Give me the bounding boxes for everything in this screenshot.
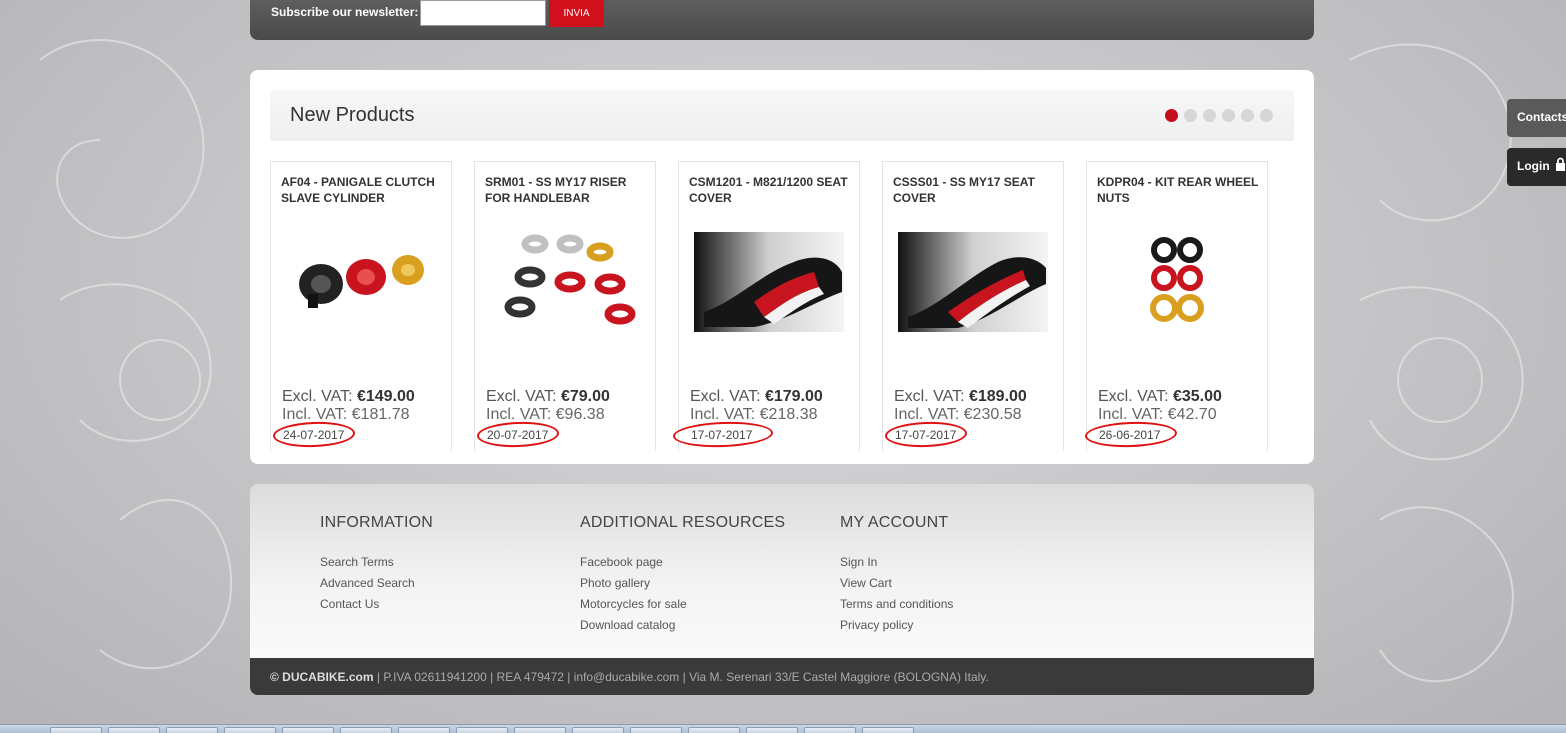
price-incl-vat: Incl. VAT: €230.58 bbox=[894, 406, 1022, 423]
price-incl-vat: Incl. VAT: €96.38 bbox=[486, 406, 605, 423]
product-date: 17-07-2017 bbox=[895, 428, 957, 442]
seat-cover-image[interactable] bbox=[694, 232, 844, 332]
taskbar-button[interactable] bbox=[804, 727, 856, 733]
footer: INFORMATION Search Terms Advanced Search… bbox=[250, 484, 1314, 658]
price-excl-vat: Excl. VAT: €149.00 bbox=[282, 388, 415, 405]
carousel-dot-6[interactable] bbox=[1260, 109, 1273, 122]
price-incl-vat: Incl. VAT: €181.78 bbox=[282, 406, 410, 423]
newsletter-bar: Subscribe our newsletter: INVIA bbox=[250, 0, 1314, 40]
footer-link-facebook[interactable]: Facebook page bbox=[580, 552, 785, 573]
carousel-dot-5[interactable] bbox=[1241, 109, 1254, 122]
newsletter-email-input[interactable] bbox=[420, 0, 546, 26]
product-date: 26-06-2017 bbox=[1099, 428, 1161, 442]
footer-heading: INFORMATION bbox=[320, 514, 434, 531]
footer-column-additional-resources: ADDITIONAL RESOURCES Facebook page Photo… bbox=[580, 514, 785, 636]
product-name[interactable]: AF04 - PANIGALE CLUTCH SLAVE CYLINDER bbox=[281, 174, 446, 206]
contacts-tab-label: Contacts bbox=[1517, 110, 1566, 124]
footer-link-terms[interactable]: Terms and conditions bbox=[840, 594, 953, 615]
price-incl-vat: Incl. VAT: €42.70 bbox=[1098, 406, 1217, 423]
product-card[interactable]: SRM01 - SS MY17 RISER FOR HANDLEBAR Excl… bbox=[474, 161, 656, 451]
carousel-dot-3[interactable] bbox=[1203, 109, 1216, 122]
taskbar-button[interactable] bbox=[456, 727, 508, 733]
footer-link-view-cart[interactable]: View Cart bbox=[840, 573, 953, 594]
carousel-dot-1[interactable] bbox=[1165, 109, 1178, 122]
handlebar-riser-image[interactable] bbox=[490, 232, 640, 332]
new-products-title: New Products bbox=[290, 104, 415, 126]
product-name[interactable]: CSSS01 - SS MY17 SEAT COVER bbox=[893, 174, 1058, 206]
product-card[interactable]: CSSS01 - SS MY17 SEAT COVER Excl. VAT: €… bbox=[882, 161, 1064, 451]
newsletter-submit-button[interactable]: INVIA bbox=[549, 0, 604, 27]
taskbar-button[interactable] bbox=[630, 727, 682, 733]
taskbar-button[interactable] bbox=[514, 727, 566, 733]
footer-heading: ADDITIONAL RESOURCES bbox=[580, 514, 786, 531]
copyright-text: © DUCABIKE.com | P.IVA 02611941200 | REA… bbox=[270, 670, 989, 684]
lock-icon bbox=[1556, 157, 1565, 171]
footer-link-search-terms[interactable]: Search Terms bbox=[320, 552, 433, 573]
new-products-panel: New Products AF04 - PANIGALE CLUTCH SLAV… bbox=[250, 70, 1314, 464]
seat-cover-image[interactable] bbox=[898, 232, 1048, 332]
footer-column-my-account: MY ACCOUNT Sign In View Cart Terms and c… bbox=[840, 514, 953, 636]
clutch-cylinder-image[interactable] bbox=[286, 232, 436, 332]
product-date: 17-07-2017 bbox=[691, 428, 753, 442]
taskbar-button[interactable] bbox=[746, 727, 798, 733]
wheel-nuts-image[interactable] bbox=[1102, 232, 1252, 332]
carousel-dot-4[interactable] bbox=[1222, 109, 1235, 122]
price-excl-vat: Excl. VAT: €179.00 bbox=[690, 388, 823, 405]
price-incl-vat: Incl. VAT: €218.38 bbox=[690, 406, 818, 423]
price-excl-vat: Excl. VAT: €189.00 bbox=[894, 388, 1027, 405]
taskbar-button[interactable] bbox=[398, 727, 450, 733]
footer-link-advanced-search[interactable]: Advanced Search bbox=[320, 573, 433, 594]
taskbar-button[interactable] bbox=[862, 727, 914, 733]
product-card[interactable]: KDPR04 - KIT REAR WHEEL NUTS Excl. VAT: … bbox=[1084, 161, 1268, 451]
carousel-dot-2[interactable] bbox=[1184, 109, 1197, 122]
newsletter-label: Subscribe our newsletter: bbox=[271, 5, 419, 19]
product-date: 24-07-2017 bbox=[283, 428, 345, 442]
product-name[interactable]: SRM01 - SS MY17 RISER FOR HANDLEBAR bbox=[485, 174, 650, 206]
taskbar-button[interactable] bbox=[224, 727, 276, 733]
carousel-pagination bbox=[1165, 109, 1273, 122]
footer-heading: MY ACCOUNT bbox=[840, 514, 949, 531]
price-excl-vat: Excl. VAT: €79.00 bbox=[486, 388, 610, 405]
product-date: 20-07-2017 bbox=[487, 428, 549, 442]
footer-link-sign-in[interactable]: Sign In bbox=[840, 552, 953, 573]
taskbar-button[interactable] bbox=[282, 727, 334, 733]
taskbar-button[interactable] bbox=[572, 727, 624, 733]
taskbar-button[interactable] bbox=[340, 727, 392, 733]
product-name[interactable]: KDPR04 - KIT REAR WHEEL NUTS bbox=[1097, 174, 1262, 206]
taskbar-button[interactable] bbox=[166, 727, 218, 733]
taskbar-button[interactable] bbox=[688, 727, 740, 733]
footer-link-privacy[interactable]: Privacy policy bbox=[840, 615, 953, 636]
product-name[interactable]: CSM1201 - M821/1200 SEAT COVER bbox=[689, 174, 854, 206]
price-excl-vat: Excl. VAT: €35.00 bbox=[1098, 388, 1222, 405]
contacts-tab[interactable]: Contacts bbox=[1507, 99, 1566, 137]
os-taskbar bbox=[0, 724, 1566, 733]
taskbar-button[interactable] bbox=[108, 727, 160, 733]
login-tab-label: Login bbox=[1517, 159, 1550, 173]
product-card[interactable]: AF04 - PANIGALE CLUTCH SLAVE CYLINDER Ex… bbox=[270, 161, 452, 451]
copyright-bar: © DUCABIKE.com | P.IVA 02611941200 | REA… bbox=[250, 658, 1314, 695]
footer-link-contact-us[interactable]: Contact Us bbox=[320, 594, 433, 615]
footer-link-photo-gallery[interactable]: Photo gallery bbox=[580, 573, 785, 594]
new-products-header: New Products bbox=[270, 90, 1294, 141]
footer-link-motorcycles-for-sale[interactable]: Motorcycles for sale bbox=[580, 594, 785, 615]
footer-link-download-catalog[interactable]: Download catalog bbox=[580, 615, 785, 636]
footer-column-information: INFORMATION Search Terms Advanced Search… bbox=[320, 514, 433, 615]
taskbar-button[interactable] bbox=[50, 727, 102, 733]
login-tab[interactable]: Login bbox=[1507, 148, 1566, 186]
product-card[interactable]: CSM1201 - M821/1200 SEAT COVER Excl. VAT… bbox=[672, 161, 860, 451]
